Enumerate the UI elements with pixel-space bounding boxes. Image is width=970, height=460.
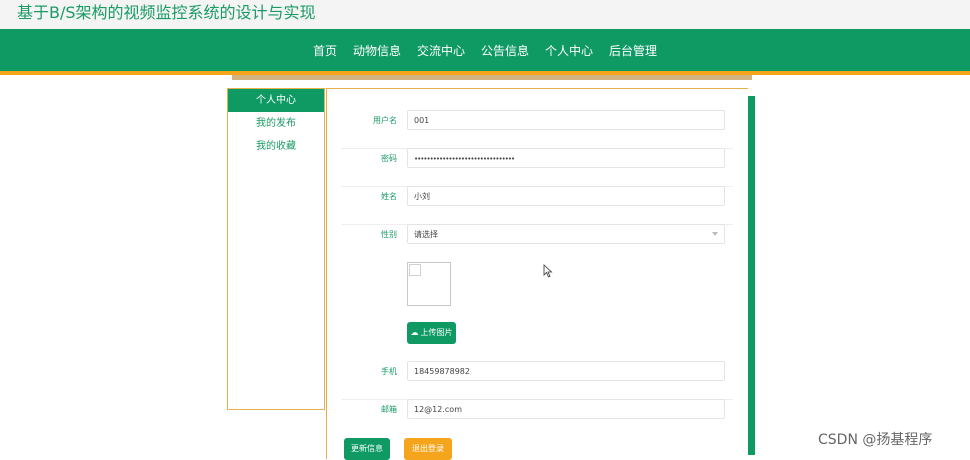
form-row-username: 用户名 001 [341, 110, 733, 149]
phone-label: 手机 [381, 367, 397, 376]
update-info-button[interactable]: 更新信息 [344, 438, 390, 460]
gender-select-value: 请选择 [414, 230, 438, 239]
mouse-cursor-icon [543, 264, 553, 278]
gender-label: 性别 [381, 230, 397, 239]
name-input[interactable]: 小刘 [407, 186, 725, 206]
username-input[interactable]: 001 [407, 110, 725, 130]
username-label: 用户名 [373, 116, 397, 125]
nav-item-home[interactable]: 首页 [313, 42, 337, 59]
content-shadow-decoration [748, 96, 755, 455]
sidebar-item-my-favorites[interactable]: 我的收藏 [228, 135, 324, 158]
nav-item-personal-center[interactable]: 个人中心 [545, 42, 593, 59]
name-label: 姓名 [381, 192, 397, 201]
sidebar-item-personal-center[interactable]: 个人中心 [228, 89, 324, 112]
upload-image-label: 上传图片 [420, 328, 453, 337]
sidebar-item-my-posts[interactable]: 我的发布 [228, 112, 324, 135]
nav-shadow-decoration [232, 75, 752, 80]
main-nav: 首页 动物信息 交流中心 公告信息 个人中心 后台管理 [0, 29, 970, 71]
password-input[interactable]: •••••••••••••••••••••••••••••••• [407, 148, 725, 168]
top-bar: 基于B/S架构的视频监控系统的设计与实现 [0, 0, 970, 29]
email-label: 邮箱 [381, 405, 397, 414]
avatar-image-placeholder [407, 262, 451, 306]
form-row-phone: 手机 18459878982 [341, 361, 733, 400]
form-row-email: 邮箱 12@12.com [341, 399, 733, 437]
sidebar: 个人中心 我的发布 我的收藏 [227, 88, 325, 410]
email-input[interactable]: 12@12.com [407, 399, 725, 419]
watermark: CSDN @扬基程序 [818, 432, 933, 448]
profile-form: 用户名 001 密码 •••••••••••••••••••••••••••••… [326, 88, 748, 460]
gender-select[interactable]: 请选择 [407, 224, 725, 244]
broken-image-icon [409, 264, 421, 276]
form-row-gender: 性别 请选择 [341, 224, 733, 262]
chevron-down-icon [712, 232, 718, 236]
upload-image-button[interactable]: ☁ 上传图片 [407, 322, 456, 344]
nav-item-notices[interactable]: 公告信息 [481, 42, 529, 59]
form-row-name: 姓名 小刘 [341, 186, 733, 225]
cloud-upload-icon: ☁ [410, 328, 419, 337]
nav-item-admin[interactable]: 后台管理 [609, 42, 657, 59]
nav-item-animal-info[interactable]: 动物信息 [353, 42, 401, 59]
site-title: 基于B/S架构的视频监控系统的设计与实现 [17, 3, 316, 22]
phone-input[interactable]: 18459878982 [407, 361, 725, 381]
password-label: 密码 [381, 154, 397, 163]
nav-item-forum[interactable]: 交流中心 [417, 42, 465, 59]
logout-button[interactable]: 退出登录 [404, 438, 452, 460]
form-row-password: 密码 •••••••••••••••••••••••••••••••• [341, 148, 733, 187]
